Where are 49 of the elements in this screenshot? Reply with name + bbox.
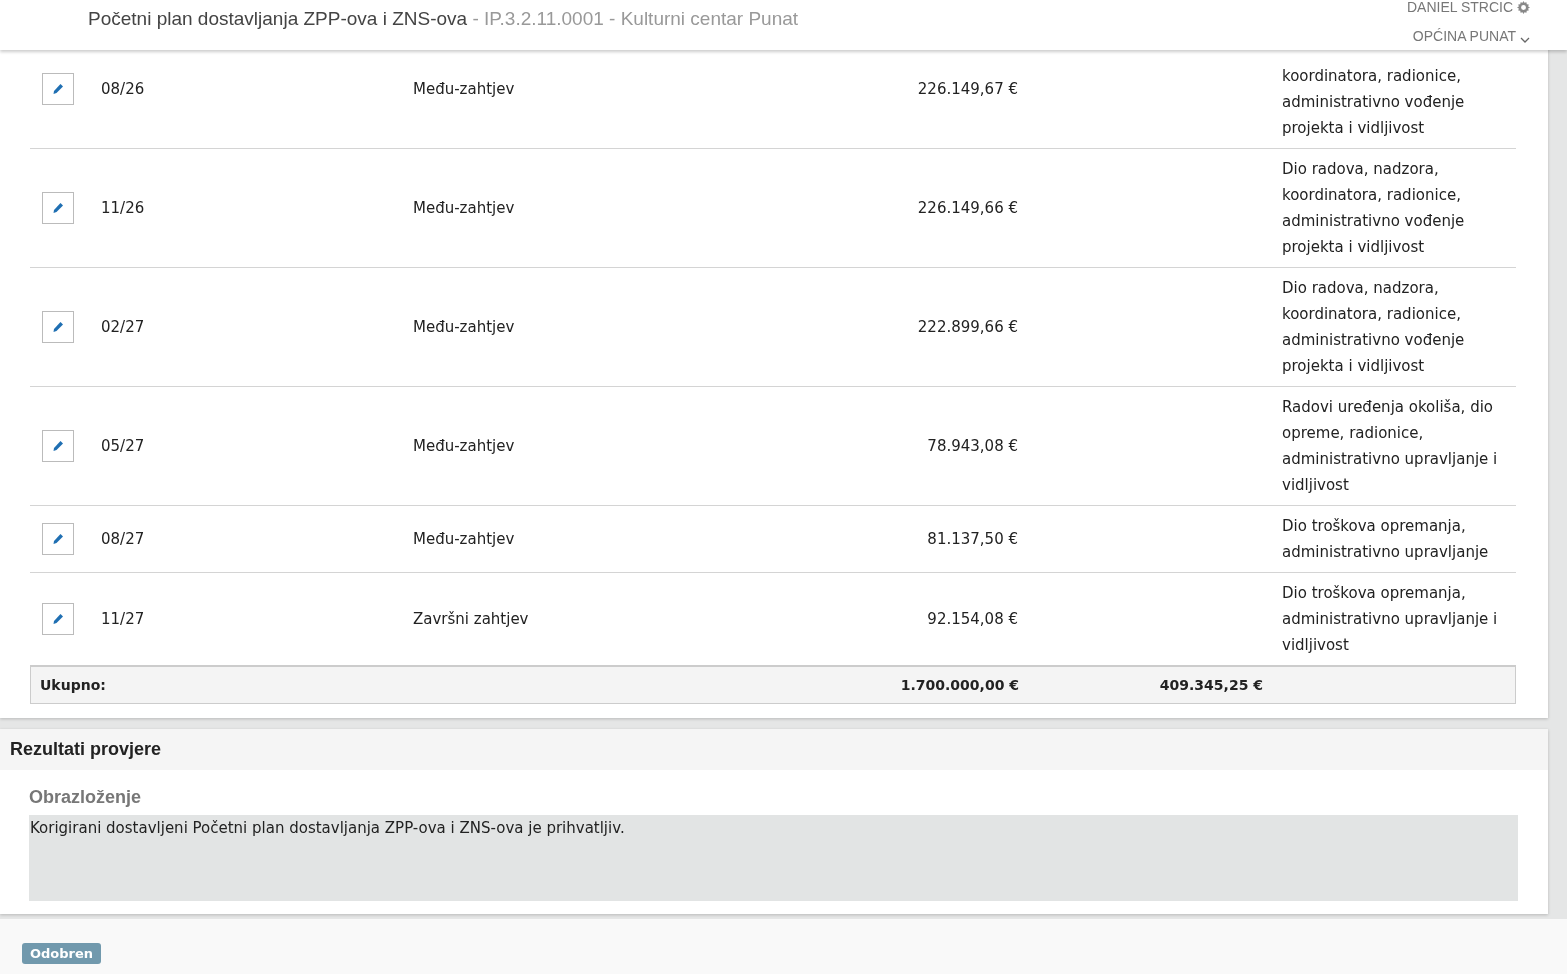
pencil-icon: [52, 613, 64, 625]
edit-button[interactable]: [42, 430, 74, 462]
table-cell-text: Među-zahtjev: [413, 436, 516, 457]
table-cell-text: 11/26: [101, 198, 146, 219]
settings-icon[interactable]: [1517, 0, 1530, 14]
table-cell-text: 08/26: [101, 79, 146, 100]
table-cell-text: 81.137,50 €: [926, 529, 1018, 550]
table-cell-text: Među-zahtjev: [413, 79, 516, 100]
table-cell-text: Među-zahtjev: [413, 529, 516, 550]
pencil-icon: [52, 202, 64, 214]
table-cell-text: Među-zahtjev: [413, 317, 516, 338]
table-cell-text: Dio troškova opremanja, administrativno upravljanje: [1282, 516, 1490, 563]
pencil-icon: [52, 83, 64, 95]
edit-button[interactable]: [42, 192, 74, 224]
table-cell-text: 08/27: [101, 529, 146, 550]
table-cell-text: 222.899,66 €: [916, 317, 1018, 338]
page-title: Početni plan dostavljanja ZPP-ova i ZNS-ova: [88, 8, 468, 29]
pencil-icon: [52, 321, 64, 333]
pencil-icon: [52, 440, 64, 452]
table-cell-text: 92.154,08 €: [926, 609, 1018, 630]
text-area[interactable]: Korigirani dostavljeni Početni plan dostavljanja ZPP-ova i ZNS-ova je prihvatljiv.: [29, 815, 1518, 901]
table-cell-text: Dio radova, nadzora, koordinatora, radionice, administrativno vođenje projekta i vidljivost: [1282, 159, 1466, 258]
page-subtitle: - IP.3.2.11.0001 - Kulturni centar Punat: [472, 8, 799, 29]
total-label: Ukupno:: [39, 676, 107, 695]
panel-title: Rezultati provjere: [10, 739, 162, 759]
table-cell-text: 226.149,66 €: [916, 198, 1018, 219]
table-cell-text: 02/27: [101, 317, 146, 338]
edit-button[interactable]: [42, 73, 74, 105]
organization-name[interactable]: OPĆINA PUNAT: [1412, 28, 1516, 44]
table-cell-text: koordinatora, radionice, administrativno vođenje projekta i vidljivost: [1282, 66, 1466, 139]
chevron-down-icon[interactable]: [1520, 37, 1530, 43]
table-cell-text: 226.149,67 €: [916, 79, 1018, 100]
pencil-icon: [52, 533, 64, 545]
total-cell-text: 1.700.000,00 €: [899, 676, 1019, 695]
total-cell-text: 409.345,25 €: [1158, 676, 1263, 695]
edit-button[interactable]: [42, 603, 74, 635]
table-cell-text: Dio radova, nadzora, koordinatora, radionice, administrativno vođenje projekta i vidljivost: [1282, 278, 1466, 377]
edit-button[interactable]: [42, 523, 74, 555]
table-cell-text: 78.943,08 €: [926, 436, 1018, 457]
table-cell-text: 11/27: [101, 609, 146, 630]
table-cell-text: Radovi uređenja okoliša, dio opreme, radionice, administrativno upravljanje i vidljivost: [1282, 397, 1499, 496]
table-cell-text: Završni zahtjev: [413, 609, 530, 630]
status-badge: Odobren: [22, 943, 102, 964]
table-cell-text: 05/27: [101, 436, 146, 457]
user-name[interactable]: DANIEL STRCIC: [1406, 0, 1513, 15]
table-cell-text: Dio troškova opremanja, administrativno upravljanje i vidljivost: [1282, 583, 1499, 656]
edit-button[interactable]: [42, 311, 74, 343]
field-label: Obrazloženje: [29, 787, 143, 808]
table-cell-text: Među-zahtjev: [413, 198, 516, 219]
